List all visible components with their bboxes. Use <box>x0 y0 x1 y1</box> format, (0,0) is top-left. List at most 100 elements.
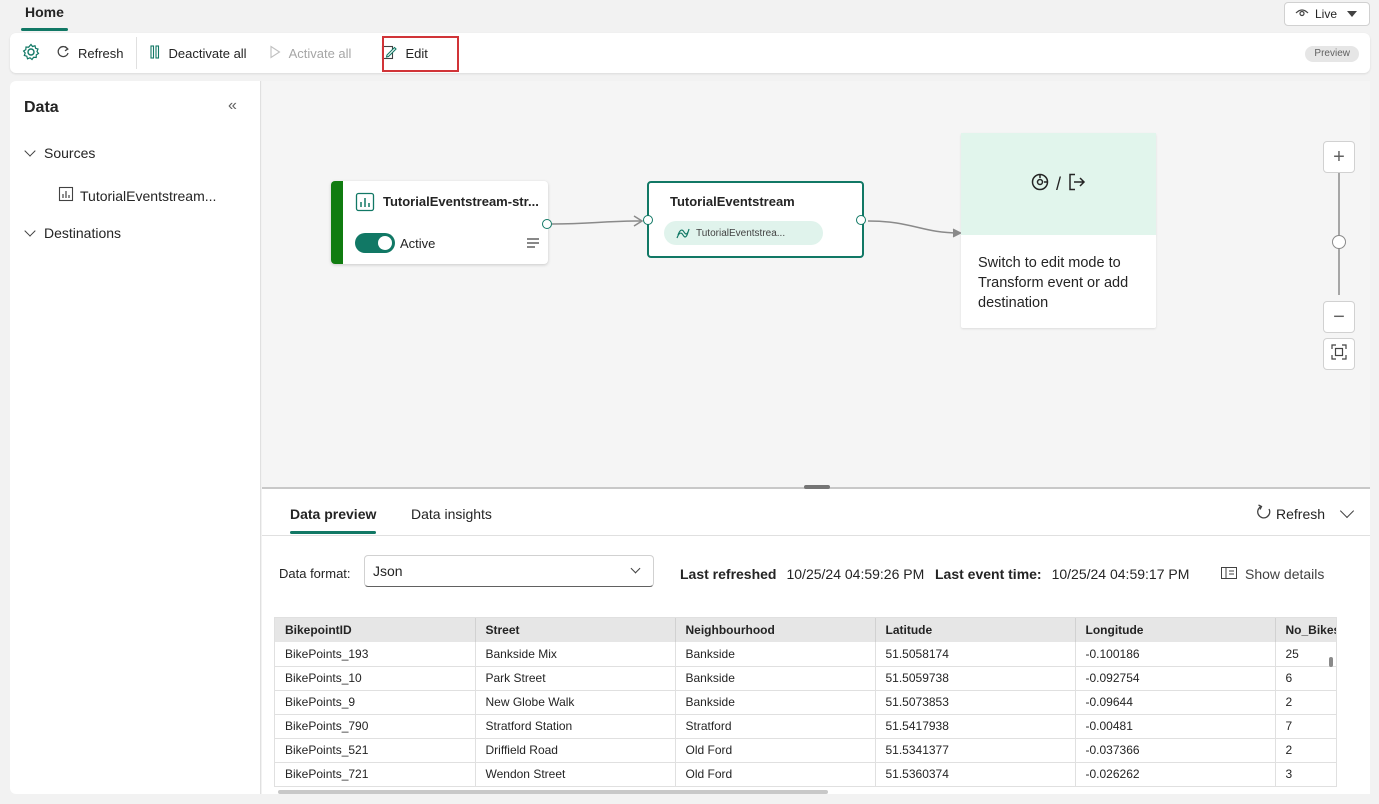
stream-pill-label: TutorialEventstrea... <box>696 227 786 239</box>
table-cell: 51.5341377 <box>875 738 1076 763</box>
table-row[interactable]: BikePoints_790 Stratford Station Stratford… <box>275 714 1336 739</box>
table-cell: -0.026262 <box>1075 762 1276 786</box>
chevron-down-icon <box>24 225 36 237</box>
eventstream-input-port[interactable] <box>643 215 653 225</box>
source-item-label: TutorialEventstream... <box>80 187 217 204</box>
zoom-in-button[interactable]: + <box>1323 141 1355 173</box>
tree-source-item[interactable]: TutorialEventstream... <box>58 186 216 205</box>
preview-refresh-button[interactable]: Refresh <box>1256 504 1325 523</box>
table-header-row: BikepointID Street Neighbourhood Latitud… <box>275 618 1336 642</box>
preview-badge: Preview <box>1305 46 1359 62</box>
table-horizontal-scrollbar[interactable] <box>278 790 828 794</box>
table-cell: -0.100186 <box>1075 642 1276 667</box>
sources-label: Sources <box>44 145 96 161</box>
stream-pill[interactable]: TutorialEventstrea... <box>664 221 823 245</box>
table-cell: 51.5058174 <box>875 642 1076 667</box>
source-output-port[interactable] <box>542 219 552 229</box>
refresh-button[interactable]: Refresh <box>48 37 132 69</box>
destination-header: / <box>961 133 1156 235</box>
table-row[interactable]: BikePoints_9 New Globe Walk Bankside 51.507… <box>275 690 1336 715</box>
deactivate-all-label: Deactivate all <box>168 45 247 61</box>
tab-home[interactable]: Home <box>21 4 68 31</box>
column-header[interactable]: Latitude <box>875 618 1076 642</box>
eventstream-node[interactable]: TutorialEventstream TutorialEventstrea..… <box>647 181 864 258</box>
transform-icon <box>1030 172 1050 197</box>
fit-to-view-button[interactable] <box>1323 338 1355 370</box>
fit-view-icon <box>1331 343 1347 366</box>
eventstream-output-port[interactable] <box>856 215 866 225</box>
show-details-button[interactable]: Show details <box>1221 566 1324 582</box>
table-vertical-scrollbar[interactable] <box>1328 647 1334 787</box>
table-cell: Bankside <box>675 666 876 691</box>
destination-separator: / <box>1055 173 1061 194</box>
table-cell: BikePoints_9 <box>275 690 476 715</box>
chevron-down-icon[interactable] <box>1339 503 1355 519</box>
ribbon-toolbar: Refresh Deactivate all Activate all Edit… <box>10 33 1370 73</box>
tab-data-preview[interactable]: Data preview <box>290 506 377 534</box>
source-node[interactable]: TutorialEventstream-str... Active <box>331 181 548 264</box>
zoom-out-button[interactable]: − <box>1323 301 1355 333</box>
column-header[interactable]: Neighbourhood <box>675 618 876 642</box>
show-details-label: Show details <box>1245 566 1325 582</box>
refresh-label: Refresh <box>78 45 124 61</box>
table-cell: -0.00481 <box>1075 714 1276 739</box>
last-event-value: 10/25/24 04:59:17 PM <box>1051 566 1190 582</box>
table-row[interactable]: BikePoints_193 Bankside Mix Bankside 51.505… <box>275 642 1336 667</box>
deactivate-all-button[interactable]: Deactivate all <box>141 37 255 69</box>
topology-canvas[interactable]: TutorialEventstream-str... Active Tutori… <box>262 81 1370 487</box>
column-header[interactable]: BikepointID <box>275 618 476 642</box>
caret-down-icon <box>1347 11 1358 17</box>
table-row[interactable]: BikePoints_10 Park Street Bankside 51.50597… <box>275 666 1336 691</box>
column-header[interactable]: No_Bikes <box>1275 618 1336 642</box>
source-active-toggle[interactable] <box>355 233 395 253</box>
table-cell: Park Street <box>475 666 676 691</box>
zoom-slider-track[interactable] <box>1338 173 1340 295</box>
stream-icon <box>676 225 690 242</box>
table-cell: BikePoints_790 <box>275 714 476 739</box>
table-cell: Stratford <box>675 714 876 739</box>
data-panel: Data « Sources TutorialEventstream... De… <box>10 81 261 794</box>
eye-icon <box>1295 7 1309 21</box>
connector-lines <box>551 215 963 238</box>
refresh-icon <box>1256 504 1272 523</box>
table-cell: Driffield Road <box>475 738 676 763</box>
tab-divider <box>262 535 1370 536</box>
table-row[interactable]: BikePoints_521 Driffield Road Old Ford 51.5… <box>275 738 1336 763</box>
data-preview-table: BikepointID Street Neighbourhood Latitud… <box>274 617 1337 787</box>
menu-lines-icon[interactable] <box>526 237 540 252</box>
data-format-dropdown[interactable]: Json <box>364 555 654 587</box>
table-row[interactable]: BikePoints_721 Wendon Street Old Ford 51.53… <box>275 762 1336 786</box>
last-refreshed-value: 10/25/24 04:59:26 PM <box>786 566 925 582</box>
table-cell: Bankside <box>675 642 876 667</box>
last-refreshed: Last refreshed 10/25/24 04:59:26 PM <box>680 566 924 582</box>
activate-all-button[interactable]: Activate all <box>261 37 360 69</box>
table-cell: 51.5059738 <box>875 666 1076 691</box>
settings-button[interactable] <box>10 37 48 69</box>
collapse-panel-icon[interactable]: « <box>228 97 237 115</box>
zoom-slider-handle[interactable] <box>1332 235 1346 249</box>
pause-icon <box>149 44 161 62</box>
live-view-dropdown[interactable]: Live <box>1284 2 1370 26</box>
scrollbar-thumb[interactable] <box>1329 657 1333 667</box>
table-cell: -0.09644 <box>1075 690 1276 715</box>
tab-data-insights[interactable]: Data insights <box>411 506 492 522</box>
table-cell: -0.092754 <box>1075 666 1276 691</box>
column-header[interactable]: Longitude <box>1075 618 1276 642</box>
edit-highlight-box <box>382 36 459 72</box>
table-cell: Stratford Station <box>475 714 676 739</box>
tree-sources[interactable]: Sources <box>24 145 95 161</box>
minus-icon: − <box>1333 305 1345 328</box>
data-format-value: Json <box>373 563 403 579</box>
column-header[interactable]: Street <box>475 618 676 642</box>
play-icon <box>269 44 281 62</box>
refresh-icon <box>56 45 70 62</box>
source-status-label: Active <box>400 236 436 251</box>
table-cell: Wendon Street <box>475 762 676 786</box>
chart-icon <box>355 192 375 215</box>
destination-placeholder-node[interactable]: / Switch to edit mode to Transform event… <box>961 133 1156 328</box>
table-cell: Old Ford <box>675 738 876 763</box>
tree-destinations[interactable]: Destinations <box>24 225 121 241</box>
table-cell: 51.5073853 <box>875 690 1076 715</box>
sign-out-icon <box>1067 172 1087 197</box>
table-cell: Bankside <box>675 690 876 715</box>
